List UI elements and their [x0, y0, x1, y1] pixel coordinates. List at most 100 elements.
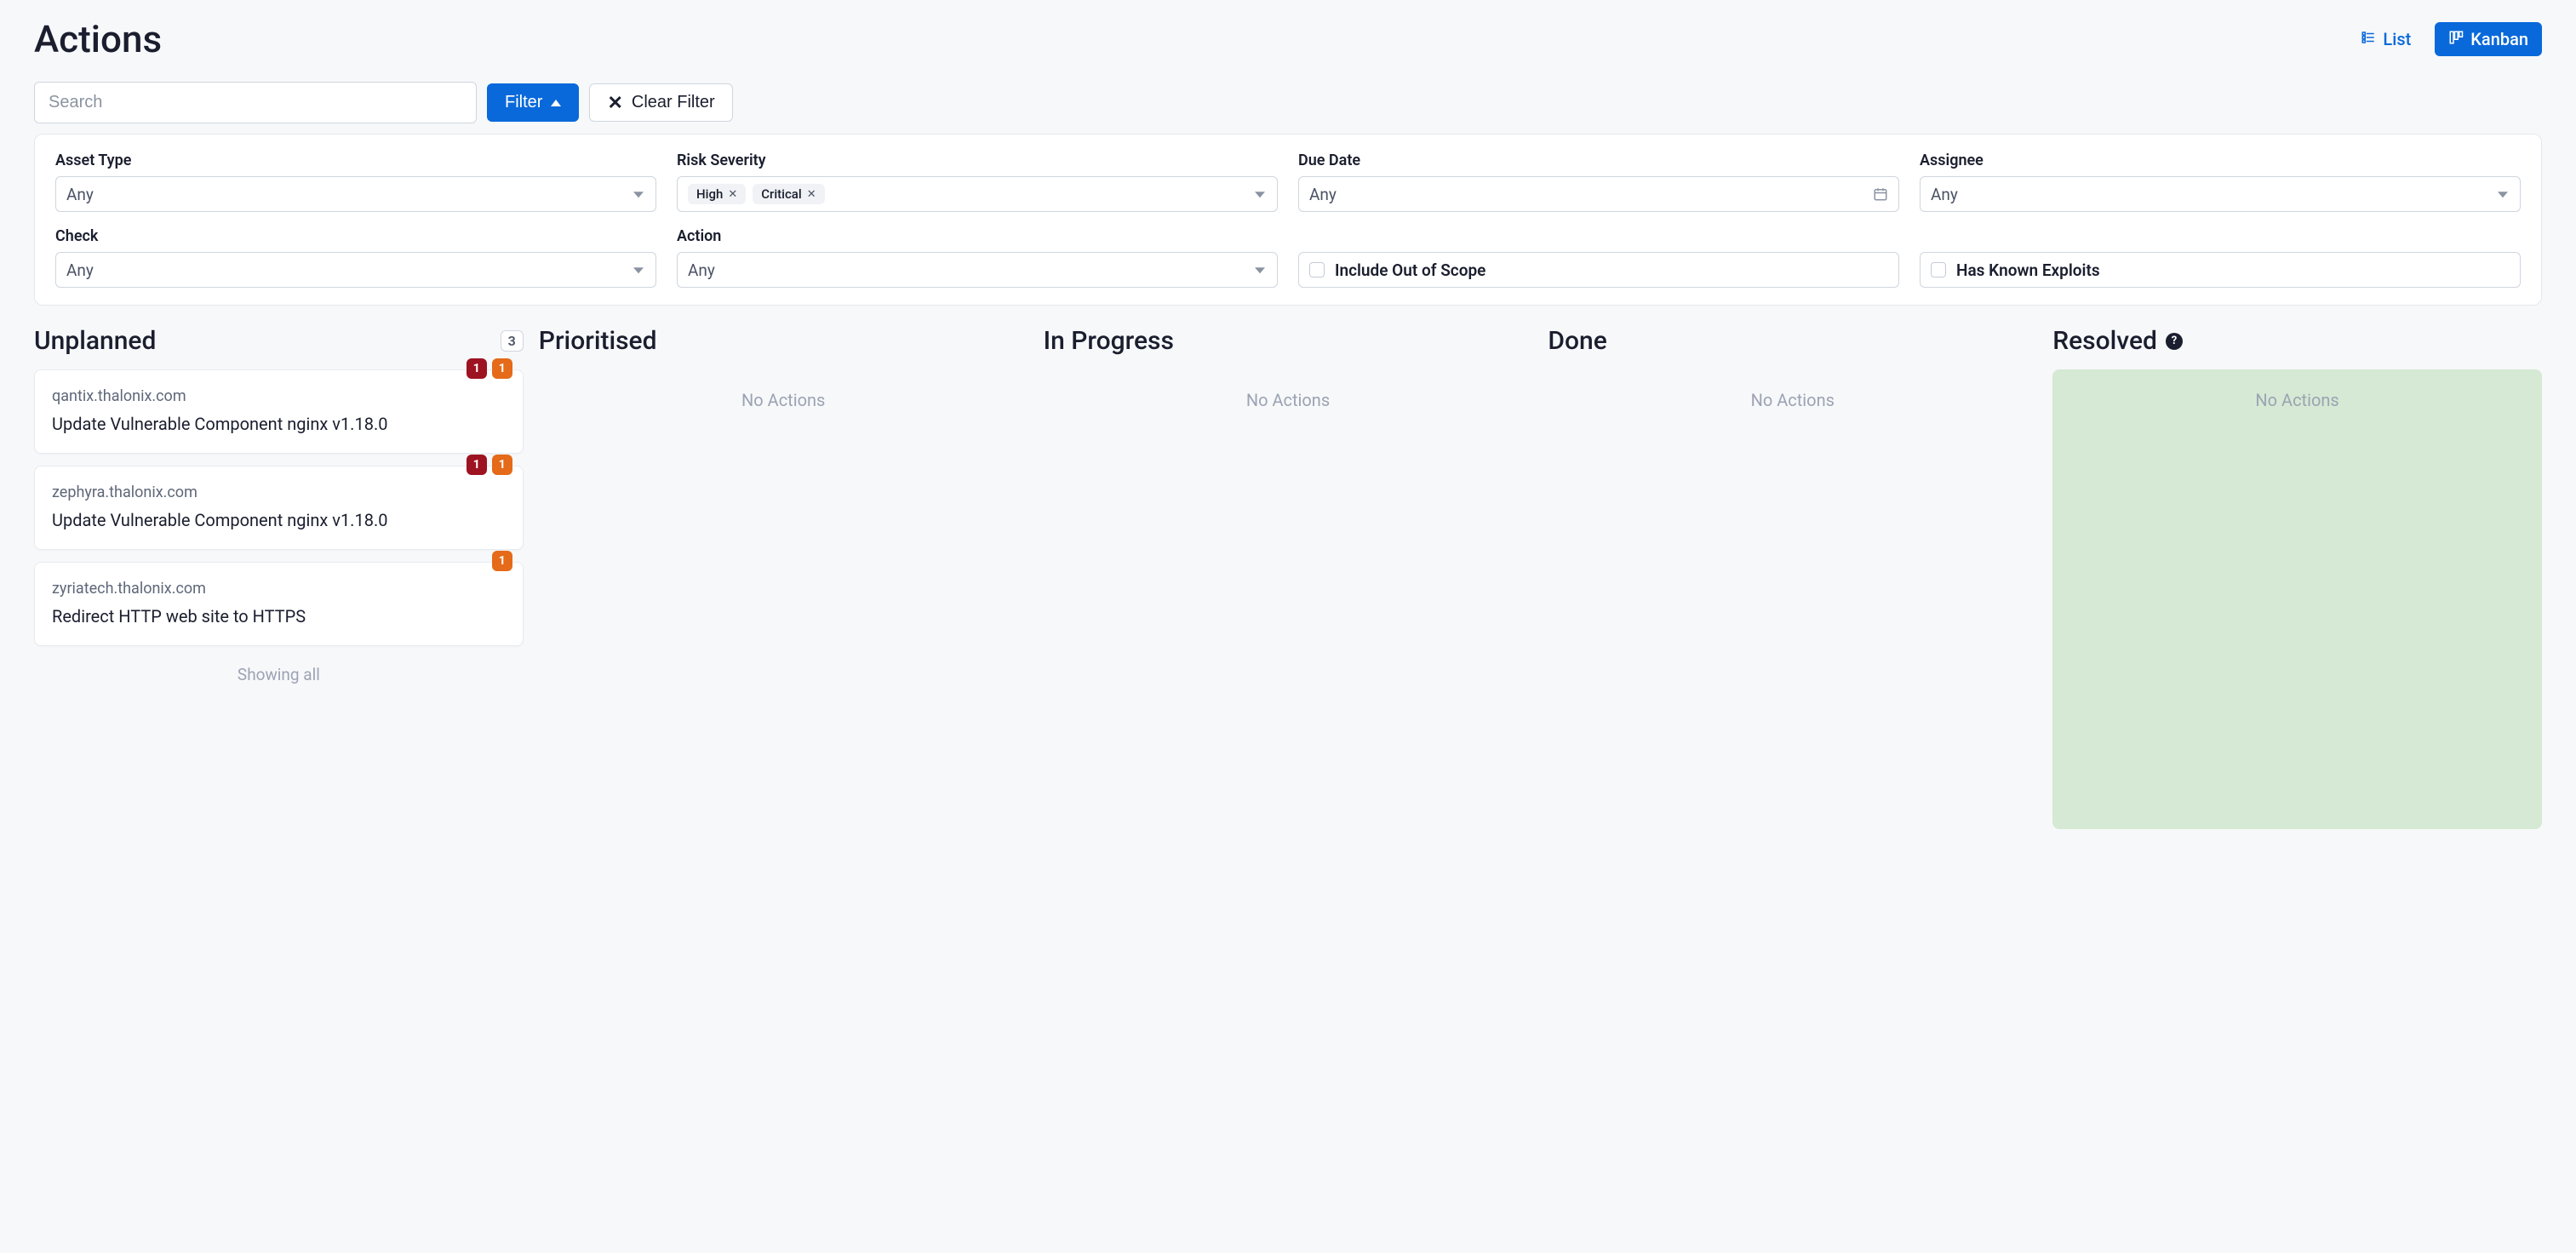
- empty-text: No Actions: [1044, 369, 1533, 431]
- view-kanban-label: Kanban: [2470, 29, 2528, 49]
- column-resolved: Resolved ? No Actions: [2052, 326, 2542, 829]
- severity-badge-critical: 1: [467, 358, 487, 379]
- close-icon[interactable]: ✕: [807, 189, 816, 200]
- filter-tag-high[interactable]: High ✕: [688, 184, 746, 204]
- column-unplanned-count: 3: [501, 330, 524, 352]
- filter-asset-type-select[interactable]: Any: [55, 176, 656, 212]
- close-icon[interactable]: ✕: [728, 189, 737, 200]
- filter-assignee: Assignee Any: [1920, 152, 2521, 212]
- search-input[interactable]: [34, 82, 477, 123]
- empty-text: No Actions: [539, 369, 1028, 431]
- column-in-progress: In Progress No Actions: [1044, 326, 1533, 431]
- filter-due-date-value: Any: [1309, 185, 1337, 204]
- clear-filter-label: Clear Filter: [632, 93, 715, 112]
- column-unplanned: Unplanned 3 1 1 qantix.thalonix.com Upda…: [34, 326, 524, 691]
- filter-check-value: Any: [66, 260, 94, 280]
- chevron-up-icon: [551, 100, 561, 106]
- filter-risk-severity-label: Risk Severity: [677, 152, 1278, 169]
- card-title: Update Vulnerable Component nginx v1.18.…: [52, 412, 506, 436]
- column-prioritised-header: Prioritised: [539, 326, 1028, 356]
- filter-action-label: Action: [677, 227, 1278, 245]
- filter-known-exploits: Has Known Exploits: [1920, 227, 2521, 288]
- filter-check-label: Check: [55, 227, 656, 245]
- column-prioritised: Prioritised No Actions: [539, 326, 1028, 431]
- filter-due-date: Due Date Any: [1298, 152, 1899, 212]
- column-in-progress-header: In Progress: [1044, 326, 1533, 356]
- card-host: qantix.thalonix.com: [52, 387, 506, 405]
- view-toggle: List Kanban: [2347, 22, 2542, 56]
- filter-risk-severity: Risk Severity High ✕ Critical ✕: [677, 152, 1278, 212]
- card-title: Redirect HTTP web site to HTTPS: [52, 604, 506, 628]
- severity-badge-high: 1: [492, 358, 512, 379]
- filter-due-date-label: Due Date: [1298, 152, 1899, 169]
- list-icon: [2361, 29, 2376, 49]
- filter-out-of-scope: Include Out of Scope: [1298, 227, 1899, 288]
- column-done-title: Done: [1548, 326, 1606, 356]
- calendar-icon: [1873, 186, 1888, 202]
- column-resolved-body: No Actions: [2052, 369, 2542, 829]
- filter-tag-critical[interactable]: Critical ✕: [753, 184, 824, 204]
- view-kanban-button[interactable]: Kanban: [2435, 22, 2542, 56]
- column-unplanned-body: 1 1 qantix.thalonix.com Update Vulnerabl…: [34, 369, 524, 691]
- kanban-board: Unplanned 3 1 1 qantix.thalonix.com Upda…: [34, 326, 2542, 829]
- action-card[interactable]: 1 zyriatech.thalonix.com Redirect HTTP w…: [34, 562, 524, 646]
- filter-due-date-select[interactable]: Any: [1298, 176, 1899, 212]
- filter-asset-type-value: Any: [66, 185, 94, 204]
- card-badges: 1: [492, 551, 512, 571]
- column-done-body: No Actions: [1548, 369, 2037, 431]
- clear-filter-button[interactable]: ✕ Clear Filter: [589, 83, 732, 122]
- showing-all-label: Showing all: [34, 658, 524, 691]
- filter-action-select[interactable]: Any: [677, 252, 1278, 288]
- empty-text: No Actions: [1548, 369, 2037, 431]
- filter-tag-high-label: High: [696, 186, 723, 202]
- filter-asset-type: Asset Type Any: [55, 152, 656, 212]
- page-title: Actions: [34, 17, 162, 61]
- filter-assignee-select[interactable]: Any: [1920, 176, 2521, 212]
- card-badges: 1 1: [467, 358, 512, 379]
- card-host: zephyra.thalonix.com: [52, 483, 506, 501]
- filter-assignee-value: Any: [1931, 185, 1958, 204]
- filter-out-of-scope-label: Include Out of Scope: [1335, 260, 1485, 280]
- checkbox-icon: [1309, 262, 1325, 277]
- view-list-label: List: [2383, 29, 2411, 49]
- filter-check-select[interactable]: Any: [55, 252, 656, 288]
- action-card[interactable]: 1 1 qantix.thalonix.com Update Vulnerabl…: [34, 369, 524, 454]
- severity-badge-critical: 1: [467, 455, 487, 475]
- column-resolved-title: Resolved: [2052, 326, 2157, 356]
- filter-bar: Filter ✕ Clear Filter: [34, 82, 2542, 123]
- close-icon: ✕: [607, 94, 622, 112]
- filter-button-label: Filter: [505, 93, 542, 112]
- column-prioritised-body: No Actions: [539, 369, 1028, 431]
- empty-text: No Actions: [2052, 369, 2542, 431]
- column-done-header: Done: [1548, 326, 2037, 356]
- card-title: Update Vulnerable Component nginx v1.18.…: [52, 508, 506, 532]
- help-icon[interactable]: ?: [2166, 333, 2183, 350]
- checkbox-icon: [1931, 262, 1946, 277]
- filter-action-value: Any: [688, 260, 715, 280]
- column-in-progress-title: In Progress: [1044, 326, 1174, 356]
- column-unplanned-title: Unplanned: [34, 326, 156, 356]
- filter-known-exploits-checkbox[interactable]: Has Known Exploits: [1920, 252, 2521, 288]
- column-done: Done No Actions: [1548, 326, 2037, 431]
- action-card[interactable]: 1 1 zephyra.thalonix.com Update Vulnerab…: [34, 466, 524, 550]
- filter-out-of-scope-checkbox[interactable]: Include Out of Scope: [1298, 252, 1899, 288]
- filters-panel: Asset Type Any Risk Severity High ✕ Crit…: [34, 134, 2542, 306]
- filter-known-exploits-label: Has Known Exploits: [1956, 260, 2100, 280]
- filter-action: Action Any: [677, 227, 1278, 288]
- filter-tag-critical-label: Critical: [761, 186, 801, 202]
- filter-button[interactable]: Filter: [487, 83, 579, 122]
- kanban-icon: [2448, 29, 2464, 49]
- filter-risk-severity-select[interactable]: High ✕ Critical ✕: [677, 176, 1278, 212]
- severity-badge-high: 1: [492, 551, 512, 571]
- filter-asset-type-label: Asset Type: [55, 152, 656, 169]
- column-prioritised-title: Prioritised: [539, 326, 657, 356]
- column-in-progress-body: No Actions: [1044, 369, 1533, 431]
- column-resolved-header: Resolved ?: [2052, 326, 2542, 356]
- card-host: zyriatech.thalonix.com: [52, 580, 506, 598]
- filter-check: Check Any: [55, 227, 656, 288]
- card-badges: 1 1: [467, 455, 512, 475]
- severity-badge-high: 1: [492, 455, 512, 475]
- page-header: Actions List Kanban: [34, 17, 2542, 61]
- view-list-button[interactable]: List: [2347, 22, 2424, 56]
- filter-assignee-label: Assignee: [1920, 152, 2521, 169]
